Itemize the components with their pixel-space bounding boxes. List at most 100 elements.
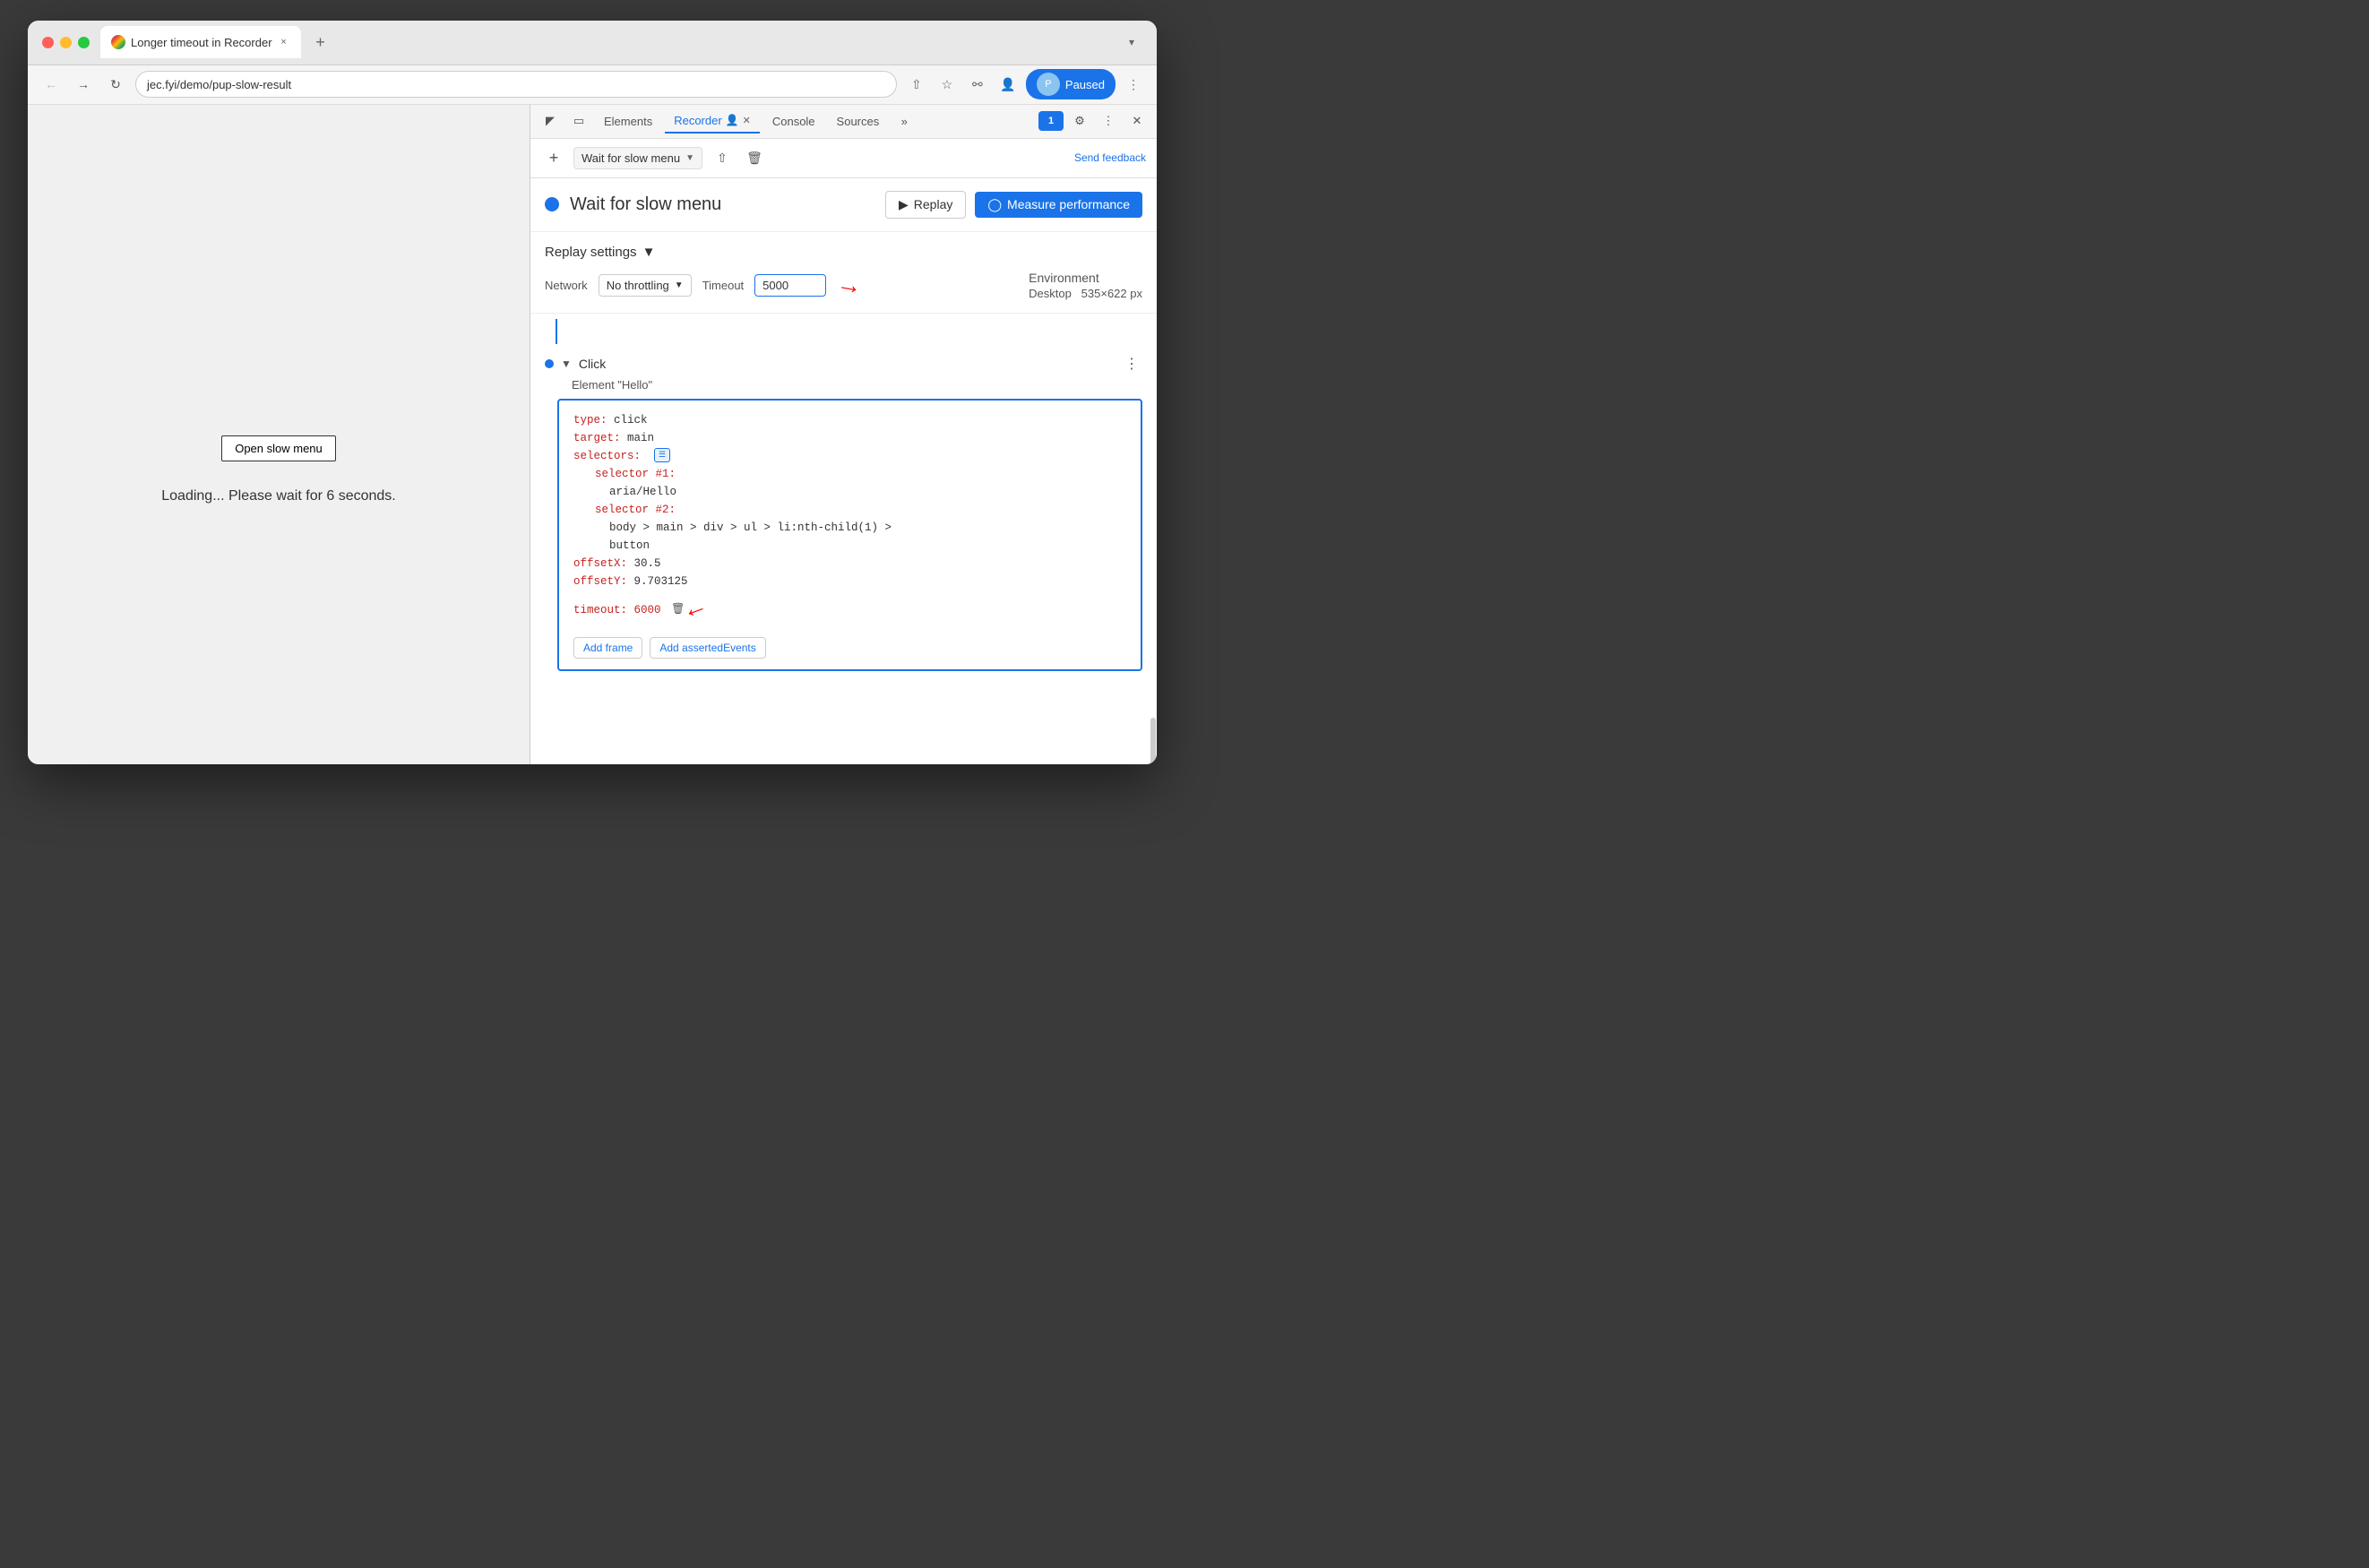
replay-label: Replay (914, 197, 953, 211)
tab-recorder-close[interactable]: ✕ (743, 115, 751, 126)
replay-settings-header[interactable]: Replay settings ▼ (545, 245, 1142, 260)
timeout-label: Timeout (702, 279, 744, 292)
type-key: type: (573, 414, 607, 426)
step-name: Click (579, 357, 606, 371)
selector1-key: selector #1: (595, 468, 676, 480)
recording-selector[interactable]: Wait for slow menu ▼ (573, 147, 702, 169)
settings-icon[interactable]: ⚙ (1067, 108, 1092, 134)
close-traffic-light[interactable] (42, 37, 54, 48)
tab-favicon (111, 35, 125, 49)
measure-label: Measure performance (1007, 197, 1130, 211)
forward-button[interactable]: → (71, 72, 96, 97)
recorder-person-icon: 👤 (726, 114, 739, 126)
selector-icon: ☰ (654, 448, 670, 462)
bookmark-icon[interactable]: ☆ (935, 72, 960, 97)
network-label: Network (545, 279, 588, 292)
add-recording-button[interactable]: + (541, 145, 566, 170)
network-value: No throttling (607, 279, 669, 292)
window-controls-chevron[interactable]: ▾ (1121, 31, 1142, 53)
timeout-code-key: timeout: (573, 601, 627, 619)
feedback-button-wrap: 1 (1038, 111, 1064, 131)
step-click: ▼ Click ⋮ Element "Hello" type: click ta… (530, 344, 1157, 681)
devtools-controls: 1 ⚙ ⋮ ✕ (1038, 108, 1150, 134)
maximize-traffic-light[interactable] (78, 37, 90, 48)
devtools-more-icon[interactable]: ⋮ (1096, 108, 1121, 134)
open-menu-button[interactable]: Open slow menu (221, 435, 336, 461)
add-asserted-button[interactable]: Add assertedEvents (650, 637, 765, 659)
device-toolbar-icon[interactable]: ▭ (566, 108, 591, 134)
selector2-val: body > main > div > ul > li:nth-child(1)… (609, 521, 892, 534)
devtools-tabs-bar: ◤ ▭ Elements Recorder 👤 ✕ Console Source… (530, 105, 1157, 139)
address-bar[interactable]: jec.fyi/demo/pup-slow-result (135, 71, 897, 98)
target-key: target: (573, 432, 621, 444)
delete-recording-icon[interactable]: 🗑 (742, 145, 767, 170)
browser-tab[interactable]: Longer timeout in Recorder × (100, 26, 301, 58)
devtools-panel: ◤ ▭ Elements Recorder 👤 ✕ Console Source… (530, 105, 1157, 764)
steps-section: ▼ Click ⋮ Element "Hello" type: click ta… (530, 314, 1157, 764)
offsety-val: 9.703125 (627, 575, 688, 588)
step-subtitle: Element "Hello" (572, 378, 1142, 392)
measure-icon: ◯ (987, 197, 1002, 212)
offsetx-val: 30.5 (627, 557, 661, 570)
feedback-count: 1 (1048, 116, 1054, 126)
profile-icon[interactable]: 👤 (995, 72, 1021, 97)
recorder-toolbar: + Wait for slow menu ▼ ⇧ 🗑 Send feedback (530, 139, 1157, 178)
tab-recorder[interactable]: Recorder 👤 ✕ (665, 108, 760, 134)
traffic-lights (42, 37, 90, 48)
recording-dot (545, 197, 559, 211)
scrollbar-thumb[interactable] (1150, 718, 1156, 763)
more-options-icon[interactable]: ⋮ (1121, 72, 1146, 97)
measure-performance-button[interactable]: ◯ Measure performance (975, 192, 1142, 218)
target-val: main (621, 432, 655, 444)
env-label: Environment (1029, 271, 1142, 285)
network-dropdown[interactable]: No throttling ▼ (599, 274, 692, 297)
tab-title: Longer timeout in Recorder (131, 36, 272, 49)
webpage: Open slow menu Loading... Please wait fo… (28, 105, 530, 764)
add-frame-button[interactable]: Add frame (573, 637, 642, 659)
selector2-val2: button (609, 539, 650, 552)
refresh-button[interactable]: ↻ (103, 72, 128, 97)
red-arrow-step: ← (682, 589, 710, 632)
network-dropdown-chevron: ▼ (675, 280, 684, 290)
timeout-code-val: 6000 (634, 601, 661, 619)
type-val: click (607, 414, 648, 426)
timeout-delete-icon[interactable]: 🗑 (671, 601, 685, 618)
replay-settings-title: Replay settings (545, 245, 637, 260)
replay-button[interactable]: ▶ Replay (885, 191, 966, 219)
code-block: type: click target: main selectors: ☰ se… (557, 399, 1142, 672)
new-tab-button[interactable]: + (308, 30, 333, 55)
paused-label: Paused (1065, 78, 1105, 91)
inspect-element-icon[interactable]: ◤ (538, 108, 563, 134)
url-text: jec.fyi/demo/pup-slow-result (147, 78, 291, 91)
timeout-input[interactable] (754, 274, 826, 297)
close-devtools-icon[interactable]: ✕ (1124, 108, 1150, 134)
minimize-traffic-light[interactable] (60, 37, 72, 48)
export-recording-icon[interactable]: ⇧ (710, 145, 735, 170)
extensions-icon[interactable]: ⚯ (965, 72, 990, 97)
offsety-key: offsetY: (573, 575, 627, 588)
recording-selector-chevron: ▼ (685, 153, 694, 163)
tab-elements[interactable]: Elements (595, 108, 661, 134)
selector1-val: aria/Hello (609, 486, 676, 498)
main-area: Open slow menu Loading... Please wait fo… (28, 105, 1157, 764)
nav-icons: ⇧ ☆ ⚯ 👤 P Paused ⋮ (904, 69, 1146, 99)
more-tabs-icon[interactable]: » (892, 108, 917, 134)
step-header: ▼ Click ⋮ (545, 353, 1142, 375)
nav-bar: ← → ↻ jec.fyi/demo/pup-slow-result ⇧ ☆ ⚯… (28, 65, 1157, 105)
selector2-key: selector #2: (595, 504, 676, 516)
recording-header: Wait for slow menu ▶ Replay ◯ Measure pe… (530, 178, 1157, 232)
send-feedback-link[interactable]: Send feedback (1074, 151, 1146, 164)
share-icon[interactable]: ⇧ (904, 72, 929, 97)
paused-button[interactable]: P Paused (1026, 69, 1116, 99)
replay-icon: ▶ (899, 197, 909, 212)
env-value: Desktop 535×622 px (1029, 287, 1142, 300)
step-toggle[interactable]: ▼ (561, 358, 572, 370)
tab-sources[interactable]: Sources (828, 108, 889, 134)
tab-close-button[interactable]: × (278, 36, 290, 48)
offsetx-key: offsetX: (573, 557, 627, 570)
tab-bar: Longer timeout in Recorder × + (100, 26, 1110, 58)
feedback-icon[interactable]: 1 (1038, 111, 1064, 131)
back-button[interactable]: ← (39, 72, 64, 97)
step-more-button[interactable]: ⋮ (1121, 353, 1142, 375)
tab-console[interactable]: Console (763, 108, 824, 134)
